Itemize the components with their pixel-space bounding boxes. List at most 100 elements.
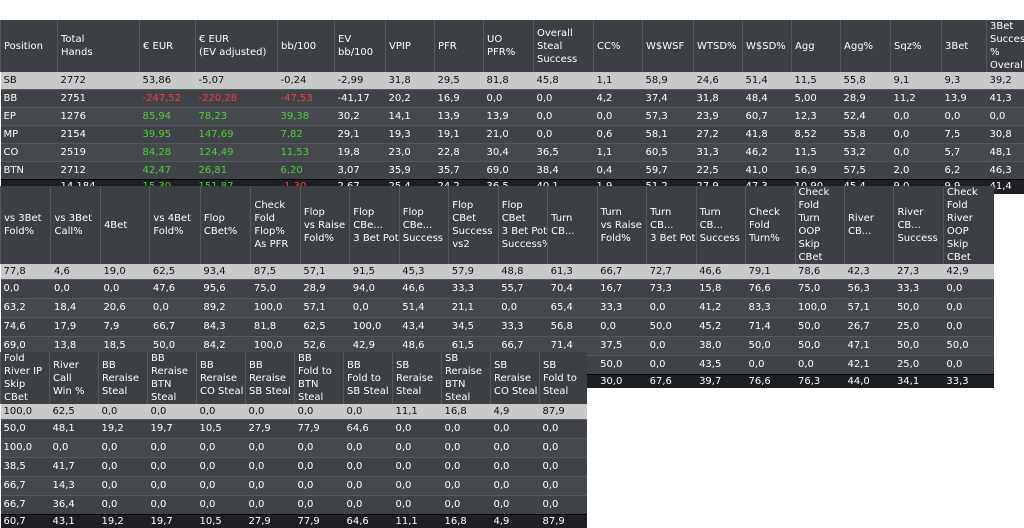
column-header[interactable]: Flop CBet% — [199, 186, 251, 264]
column-header-label: Flop CBe... Success — [402, 206, 444, 244]
column-header[interactable]: PFR — [434, 20, 484, 72]
column-header[interactable]: Check Fold Turn OOP Skip CBet — [794, 186, 845, 264]
column-header[interactable]: SB Fold to Steal — [539, 352, 587, 404]
table-row[interactable]: EP 1276 85,94 78,23 39,38 30,2 14,1 13,9 13,9 0,0… — [0, 106, 1024, 125]
column-header[interactable]: 3Bet — [941, 20, 987, 72]
table-cell: 0,0 — [943, 316, 994, 336]
table-cell: 45,8 — [533, 72, 594, 89]
column-header[interactable]: SB Reraise Steal — [392, 352, 442, 404]
selected-row[interactable]: 100,0 62,5 0,0 0,0 0,0 0,0 0,0 0,0 11,1 16,8 4,9 87… — [0, 404, 587, 419]
table-cell: -5,07 — [195, 72, 278, 89]
column-header[interactable]: SB Reraise BTN Steal — [441, 352, 491, 404]
column-header[interactable]: Check Fold River OOP Skip CBet — [942, 186, 994, 264]
table-row[interactable]: 50,0 48,1 19,2 19,7 10,5 27,9 77,9 64,6 0,0 0,0 0,… — [0, 418, 587, 438]
column-header[interactable]: Agg — [791, 20, 841, 72]
table-cell: 19,7 — [147, 513, 197, 528]
selected-row[interactable]: SB 2772 53,86 -5,07 -0,24 -2,99 31,8 29,5 81,8 45… — [0, 72, 1024, 89]
column-header[interactable]: Turn CB... — [547, 186, 598, 264]
column-header-label: Agg% — [844, 40, 874, 52]
column-header[interactable]: bb/100 — [277, 20, 335, 72]
column-header[interactable]: Check Fold Turn% — [745, 186, 795, 264]
column-header[interactable]: Flop CBet 3 Bet Pot Success% — [497, 186, 548, 264]
table-cell: 67,6 — [646, 373, 697, 388]
table-row[interactable]: 63,2 18,4 20,6 0,0 89,2 100,0 57,1 0,0 51,4 21,1 0… — [0, 297, 994, 317]
column-header[interactable]: SB Reraise CO Steal — [490, 352, 540, 404]
table-cell: 100,0 — [0, 437, 50, 457]
column-header-label: Check Fold River OOP Skip CBet — [946, 187, 978, 263]
table-cell: 77,8 — [0, 264, 51, 279]
column-header[interactable]: EV bb/100 — [334, 20, 386, 72]
table-cell: 17,9 — [50, 316, 101, 336]
column-header-label: Flop vs Raise Fold% — [303, 206, 346, 244]
column-header[interactable]: Flop vs Raise Fold% — [299, 186, 350, 264]
column-header[interactable]: BB Reraise CO Steal — [196, 352, 246, 404]
table-row[interactable]: 66,7 14,3 0,0 0,0 0,0 0,0 0,0 0,0 0,0 0,0 0,0 0,0 — [0, 475, 587, 495]
column-header[interactable]: Turn vs Raise Fold% — [596, 186, 647, 264]
column-header[interactable]: BB Reraise BTN Steal — [147, 352, 197, 404]
column-header[interactable]: Flop CBe... Success — [398, 186, 449, 264]
table-cell: 20,2 — [385, 88, 435, 107]
column-header[interactable]: BB Reraise Steal — [98, 352, 148, 404]
table-cell: 14,1 — [385, 106, 435, 125]
column-header-label: 3Bet Success % Overall — [990, 21, 1024, 71]
column-header[interactable]: Sqz% — [890, 20, 942, 72]
table-row[interactable]: 100,0 0,0 0,0 0,0 0,0 0,0 0,0 0,0 0,0 0,0 0,0 0,0 — [0, 437, 587, 457]
column-header[interactable]: W$WSF — [642, 20, 694, 72]
column-header[interactable]: Turn CB... 3 Bet Pot — [646, 186, 697, 264]
column-header[interactable]: CC% — [593, 20, 643, 72]
column-header-label: Check Fold Turn OOP Skip CBet — [798, 187, 830, 263]
table-cell: 124,49 — [195, 142, 278, 161]
table-cell: 25,0 — [893, 354, 944, 374]
column-header[interactable]: River Call Win % — [49, 352, 99, 404]
table-cell: BB — [0, 88, 58, 107]
selected-row[interactable]: 77,8 4,6 19,0 62,5 93,4 87,5 57,1 91,5 45,3 57,9 4… — [0, 264, 994, 279]
column-header[interactable]: Position — [0, 20, 58, 72]
table-row[interactable]: 38,5 41,7 0,0 0,0 0,0 0,0 0,0 0,0 0,0 0,0 0,0 0,0 — [0, 456, 587, 476]
column-header[interactable]: 3Bet Success % Overall — [986, 20, 1024, 72]
column-header-label: BB Reraise SB Steal — [249, 359, 291, 397]
column-header[interactable]: Flop CBe... 3 Bet Pot — [349, 186, 400, 264]
column-header[interactable]: Flop CBet Success vs2 — [448, 186, 499, 264]
table-cell: 74,6 — [0, 316, 51, 336]
column-header[interactable]: vs 3Bet Fold% — [0, 186, 51, 264]
column-header-label: vs 4Bet Fold% — [153, 213, 192, 237]
column-header[interactable]: Check Fold Flop% As PFR — [250, 186, 301, 264]
table-cell: 76,6 — [745, 373, 795, 388]
column-header[interactable]: € EUR — [139, 20, 196, 72]
column-header[interactable]: WTSD% — [693, 20, 743, 72]
column-header[interactable]: vs 3Bet Call% — [50, 186, 101, 264]
table-cell: 57,1 — [300, 297, 350, 317]
table-cell: 13,9 — [483, 106, 534, 125]
column-header[interactable]: VPIP — [385, 20, 435, 72]
column-header[interactable]: vs 4Bet Fold% — [149, 186, 201, 264]
column-header[interactable]: BB Reraise SB Steal — [245, 352, 295, 404]
table-cell: 4,2 — [593, 88, 643, 107]
table-row[interactable]: BTN 2712 42,47 26,81 6,20 3,07 35,9 35,7 69,0 38,… — [0, 160, 1024, 179]
column-header[interactable]: 4Bet — [99, 186, 150, 264]
table-row[interactable]: 74,6 17,9 7,9 66,7 84,3 81,8 62,5 100,0 43,4 34,5… — [0, 316, 994, 336]
table-cell: 4,6 — [50, 264, 101, 279]
column-header[interactable]: W$SD% — [742, 20, 792, 72]
column-header[interactable]: River CB... Success — [893, 186, 944, 264]
column-header[interactable]: UO PFR% — [483, 20, 534, 72]
table-cell: 50,0 — [646, 316, 697, 336]
column-header[interactable]: Agg% — [840, 20, 891, 72]
column-header[interactable]: Turn CB... Success — [695, 186, 746, 264]
table-row[interactable]: 66,7 36,4 0,0 0,0 0,0 0,0 0,0 0,0 0,0 0,0 0,0 0,0 — [0, 494, 587, 514]
column-header[interactable]: Overall Steal Success — [533, 20, 594, 72]
table-row[interactable]: 0,0 0,0 0,0 47,6 95,6 75,0 28,9 94,0 46,6 33,3 55,… — [0, 278, 994, 298]
column-header[interactable]: € EUR (EV adjusted) — [195, 20, 278, 72]
column-header[interactable]: BB Fold to SB Steal — [343, 352, 393, 404]
table-row[interactable]: CO 2519 84,28 124,49 11,53 19,8 23,0 22,8 30,4 36… — [0, 142, 1024, 161]
table-cell: 28,9 — [300, 278, 350, 298]
table-row[interactable]: BB 2751 -247,52 -220,28 -47,53 -41,17 20,2 16,9… — [0, 88, 1024, 107]
table-row[interactable]: MP 2154 39,95 147,69 7,82 29,1 19,3 19,1 21,0 0,0… — [0, 124, 1024, 143]
column-header[interactable]: BB Fold to BTN Steal — [294, 352, 344, 404]
table-cell: 0,0 — [490, 418, 540, 438]
column-header[interactable]: River CB... — [843, 186, 894, 264]
column-header[interactable]: Total Hands — [57, 20, 140, 72]
table-cell: 39,95 — [139, 124, 196, 143]
table-cell: 0,0 — [343, 475, 393, 495]
table-cell: 87,5 — [250, 264, 301, 279]
column-header[interactable]: Fold River IP Skip CBet — [0, 352, 50, 404]
